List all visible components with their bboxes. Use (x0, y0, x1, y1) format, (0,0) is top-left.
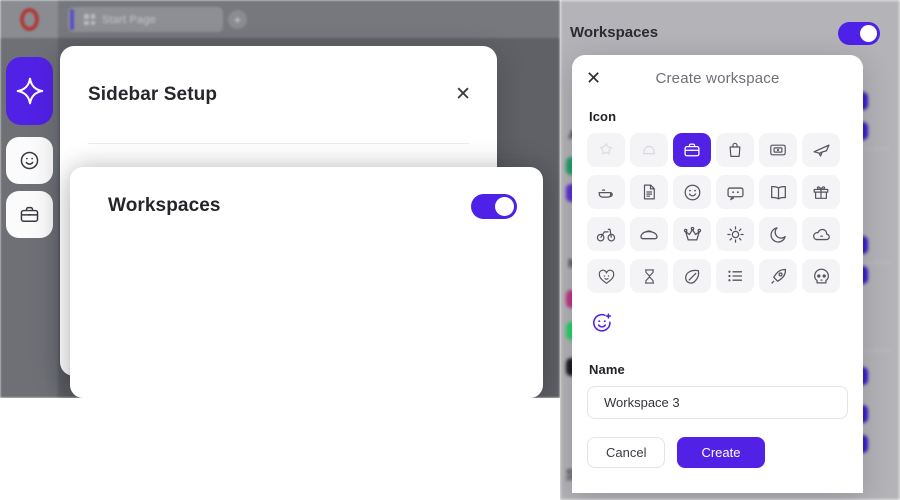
close-icon[interactable]: ✕ (455, 85, 471, 104)
icon-option-sun[interactable] (716, 217, 754, 251)
tab-accent-bar (70, 9, 74, 30)
toggle-knob (495, 196, 514, 216)
icon-option-bell[interactable] (630, 133, 668, 167)
create-dialog-title: Create workspace (655, 69, 780, 87)
icon-option-airplane[interactable] (802, 133, 840, 167)
briefcase-icon (684, 143, 700, 157)
bell-icon (643, 145, 655, 155)
briefcase-icon (20, 206, 39, 222)
document-icon (643, 184, 655, 200)
moon-icon (770, 226, 786, 243)
bicycle-icon (596, 228, 616, 242)
workspace-name-input[interactable]: Workspace 3 (587, 386, 848, 419)
icon-option-smiley[interactable] (673, 175, 711, 209)
icon-option-gamepad[interactable] (716, 175, 754, 209)
icon-option-media-player[interactable] (759, 133, 797, 167)
dialog-actions: Cancel Create (587, 437, 765, 468)
icon-option-skull[interactable] (802, 259, 840, 293)
gamepad-icon (726, 186, 744, 200)
list-icon (728, 270, 743, 282)
sparkle-icon (16, 77, 43, 105)
book-icon (770, 185, 786, 200)
sidebar-workspace-socials[interactable] (6, 57, 53, 125)
bowl-icon (598, 188, 613, 198)
new-tab-button[interactable]: + (228, 10, 247, 29)
icon-option-bicycle[interactable] (587, 217, 625, 251)
icon-section-label: Icon (589, 109, 617, 124)
flower-icon (599, 143, 613, 155)
leaf-icon (684, 269, 699, 284)
close-icon[interactable]: ✕ (586, 69, 601, 87)
right-panel-title: Workspaces (570, 24, 659, 41)
icon-option-rocket[interactable] (759, 259, 797, 293)
cloud-icon (812, 228, 830, 240)
workspaces-toggle[interactable] (471, 193, 517, 219)
create-workspace-dialog: ✕ Create workspace Icon Name Workspace 3… (572, 55, 863, 493)
icon-option-shopping-bag[interactable] (716, 133, 754, 167)
sidebar-setup-header: Sidebar Setup ✕ (60, 46, 497, 143)
browser-tab[interactable]: Start Page (68, 7, 223, 32)
rocket-icon (770, 268, 786, 284)
icon-option-heart-face[interactable] (587, 259, 625, 293)
icon-picker-grid (587, 133, 847, 293)
right-composition: A M Sh Workspaces ✕ Create workspace (560, 0, 900, 500)
opera-icon (19, 7, 39, 31)
create-button[interactable]: Create (677, 437, 765, 468)
workspaces-title: Workspaces (108, 195, 221, 216)
airplane-icon (812, 143, 830, 157)
icon-option-hourglass[interactable] (630, 259, 668, 293)
sidebar-workspace-personal[interactable] (6, 137, 53, 184)
car-icon (640, 230, 658, 240)
icon-option-document[interactable] (630, 175, 668, 209)
opera-menu-button[interactable] (0, 0, 58, 38)
skull-icon (813, 268, 829, 283)
left-composition: Start Page + Sidebar Setup ✕ Workspaces (0, 0, 560, 398)
gift-icon (813, 186, 829, 199)
icon-option-car[interactable] (630, 217, 668, 251)
icon-option-bowl[interactable] (587, 175, 625, 209)
workspaces-header: Workspaces (108, 191, 517, 221)
icon-option-moon[interactable] (759, 217, 797, 251)
icon-option-briefcase[interactable] (673, 133, 711, 167)
icon-option-cloud[interactable] (802, 217, 840, 251)
screenshot-stage: Start Page + Sidebar Setup ✕ Workspaces … (0, 0, 900, 500)
right-panel-toggle[interactable] (838, 22, 880, 45)
smiley-icon (20, 151, 39, 170)
browser-tab-bar: Start Page + (0, 0, 560, 38)
smiley-icon (684, 184, 700, 200)
icon-option-crown[interactable] (673, 217, 711, 251)
crown-icon (683, 226, 701, 241)
workspaces-panel: Workspaces + Add more Socials ••• (70, 167, 543, 398)
sidebar-workspace-work[interactable] (6, 191, 53, 238)
media-player-icon (770, 144, 786, 156)
divider (88, 143, 469, 144)
page-title: Sidebar Setup (88, 83, 218, 105)
add-emoji-icon[interactable] (589, 310, 615, 336)
icon-option-book[interactable] (759, 175, 797, 209)
icon-option-flower[interactable] (587, 133, 625, 167)
grid-icon (84, 14, 95, 25)
toggle-knob (860, 25, 877, 42)
sun-icon (726, 225, 744, 243)
icon-option-gift[interactable] (802, 175, 840, 209)
icon-option-list[interactable] (716, 259, 754, 293)
name-section-label: Name (589, 362, 625, 377)
tab-title: Start Page (102, 13, 156, 26)
shopping-bag-icon (729, 142, 741, 157)
create-dialog-header: ✕ Create workspace (572, 55, 863, 101)
heart-face-icon (598, 269, 614, 284)
icon-option-leaf[interactable] (673, 259, 711, 293)
hourglass-icon (644, 268, 654, 284)
cancel-button[interactable]: Cancel (587, 437, 666, 468)
